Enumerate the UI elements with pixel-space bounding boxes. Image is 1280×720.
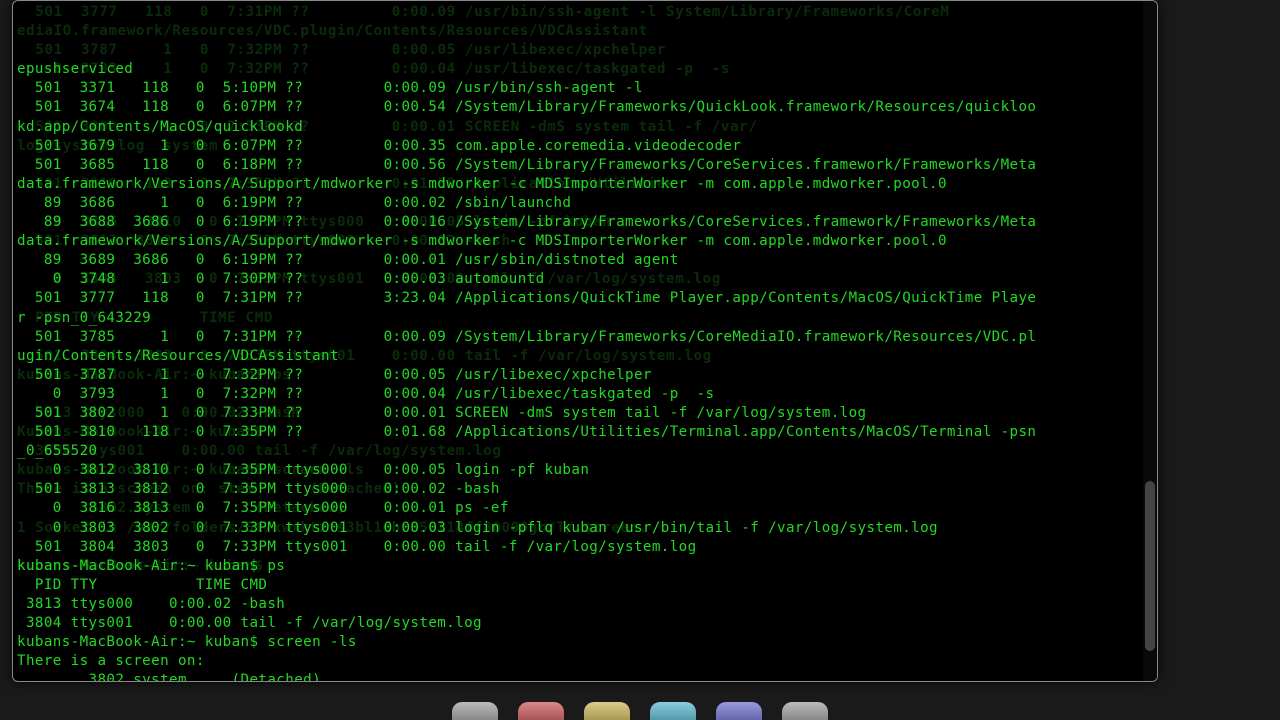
dock bbox=[0, 698, 1280, 720]
dock-app-icon[interactable] bbox=[584, 702, 630, 720]
dock-app-icon[interactable] bbox=[650, 702, 696, 720]
terminal-output[interactable]: 501 3777 118 0 7:31PM ?? 0:00.09 /usr/bi… bbox=[13, 1, 1157, 682]
dock-app-icon[interactable] bbox=[452, 702, 498, 720]
dock-app-icon[interactable] bbox=[716, 702, 762, 720]
terminal-window[interactable]: 501 3777 118 0 7:31PM ?? 0:00.09 /usr/bi… bbox=[12, 0, 1158, 682]
terminal-text: epushserviced 501 3371 118 0 5:10PM ?? 0… bbox=[17, 60, 1153, 682]
dock-app-icon[interactable] bbox=[518, 702, 564, 720]
dock-app-icon[interactable] bbox=[782, 702, 828, 720]
